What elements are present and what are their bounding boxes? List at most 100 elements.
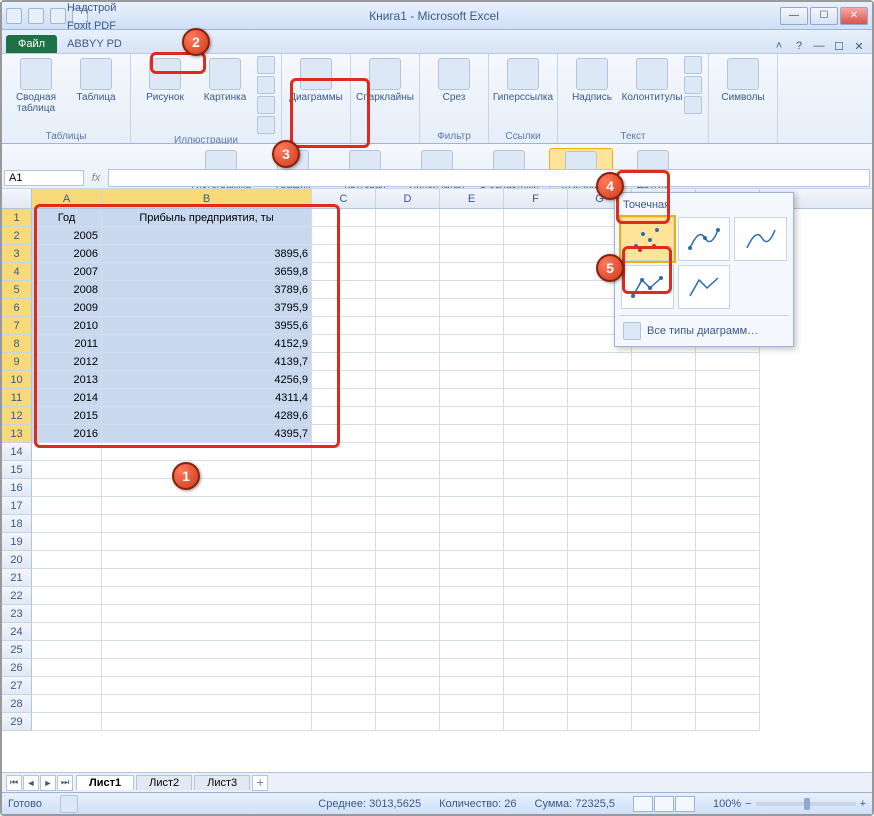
cell[interactable] (568, 605, 632, 623)
row-header[interactable]: 21 (2, 569, 32, 587)
cell[interactable] (102, 479, 312, 497)
cell[interactable] (632, 353, 696, 371)
cell[interactable] (696, 623, 760, 641)
small-icon[interactable] (257, 76, 275, 94)
cell[interactable] (504, 587, 568, 605)
cell[interactable] (312, 659, 376, 677)
cell[interactable]: 3895,6 (102, 245, 312, 263)
fx-icon[interactable]: fx (86, 172, 106, 184)
cell[interactable] (504, 371, 568, 389)
cell[interactable] (504, 659, 568, 677)
cell[interactable] (376, 245, 440, 263)
col-header-C[interactable]: C (312, 189, 376, 208)
cell[interactable] (632, 443, 696, 461)
cell[interactable] (312, 479, 376, 497)
cell[interactable] (504, 425, 568, 443)
cell[interactable]: 4395,7 (102, 425, 312, 443)
cell[interactable]: 2010 (32, 317, 102, 335)
cell[interactable] (568, 551, 632, 569)
cell[interactable] (504, 551, 568, 569)
cell[interactable] (504, 461, 568, 479)
cell[interactable] (632, 713, 696, 731)
cell[interactable] (440, 551, 504, 569)
cell[interactable]: 4152,9 (102, 335, 312, 353)
cell[interactable] (632, 461, 696, 479)
cell[interactable] (32, 461, 102, 479)
cell[interactable] (376, 371, 440, 389)
cell[interactable] (440, 641, 504, 659)
cell[interactable] (102, 677, 312, 695)
cell[interactable] (440, 533, 504, 551)
cell[interactable] (312, 209, 376, 227)
cell[interactable] (696, 515, 760, 533)
cell[interactable] (376, 443, 440, 461)
row-header[interactable]: 13 (2, 425, 32, 443)
row-header[interactable]: 9 (2, 353, 32, 371)
cell[interactable] (568, 713, 632, 731)
cell[interactable]: 2005 (32, 227, 102, 245)
cell[interactable] (440, 659, 504, 677)
cell[interactable] (312, 695, 376, 713)
cell[interactable] (376, 461, 440, 479)
row-header[interactable]: 4 (2, 263, 32, 281)
row-header[interactable]: 25 (2, 641, 32, 659)
cell[interactable] (696, 605, 760, 623)
cell[interactable]: 4256,9 (102, 371, 312, 389)
cell[interactable] (312, 425, 376, 443)
cell[interactable] (504, 623, 568, 641)
formula-input[interactable] (108, 169, 870, 187)
cell[interactable]: 4289,6 (102, 407, 312, 425)
ribbon-minimize-icon[interactable]: ˄ (772, 39, 786, 53)
cell[interactable] (376, 587, 440, 605)
row-header[interactable]: 2 (2, 227, 32, 245)
row-header[interactable]: 14 (2, 443, 32, 461)
cell[interactable] (696, 479, 760, 497)
cell[interactable] (440, 677, 504, 695)
cell[interactable] (32, 479, 102, 497)
cell[interactable] (568, 479, 632, 497)
cell[interactable] (504, 407, 568, 425)
cell[interactable] (102, 569, 312, 587)
cell[interactable]: 2014 (32, 389, 102, 407)
cell[interactable] (32, 533, 102, 551)
row-header[interactable]: 8 (2, 335, 32, 353)
cell[interactable]: 3789,6 (102, 281, 312, 299)
cell[interactable] (440, 497, 504, 515)
row-header[interactable]: 7 (2, 317, 32, 335)
cell[interactable] (568, 515, 632, 533)
col-header-D[interactable]: D (376, 189, 440, 208)
cell[interactable] (504, 641, 568, 659)
cell[interactable] (102, 461, 312, 479)
row-header[interactable]: 26 (2, 659, 32, 677)
cell[interactable] (376, 227, 440, 245)
cell[interactable]: 4139,7 (102, 353, 312, 371)
cell[interactable] (376, 299, 440, 317)
cell[interactable] (568, 425, 632, 443)
small-icon[interactable] (684, 56, 702, 74)
sheet-nav-prev[interactable]: ◄ (23, 775, 39, 791)
cell[interactable] (312, 713, 376, 731)
cell[interactable] (376, 641, 440, 659)
cell[interactable] (32, 569, 102, 587)
cell[interactable] (102, 443, 312, 461)
cell[interactable] (312, 515, 376, 533)
small-icon[interactable] (257, 56, 275, 74)
cell[interactable] (376, 407, 440, 425)
cell[interactable] (568, 533, 632, 551)
cell[interactable] (568, 407, 632, 425)
cell[interactable] (312, 299, 376, 317)
cell[interactable] (102, 551, 312, 569)
cell[interactable] (32, 443, 102, 461)
zoom-out-icon[interactable]: − (745, 798, 751, 810)
chart-button[interactable]: Диаграммы (288, 56, 344, 105)
cell[interactable] (376, 659, 440, 677)
cell[interactable] (376, 713, 440, 731)
cell[interactable] (440, 353, 504, 371)
tab-abbyy pd[interactable]: ABBYY PD (61, 35, 128, 53)
cell[interactable] (696, 695, 760, 713)
cell[interactable] (102, 497, 312, 515)
cell[interactable] (504, 533, 568, 551)
cell[interactable] (696, 533, 760, 551)
cell[interactable] (32, 659, 102, 677)
zoom-control[interactable]: 100% − + (713, 798, 866, 810)
